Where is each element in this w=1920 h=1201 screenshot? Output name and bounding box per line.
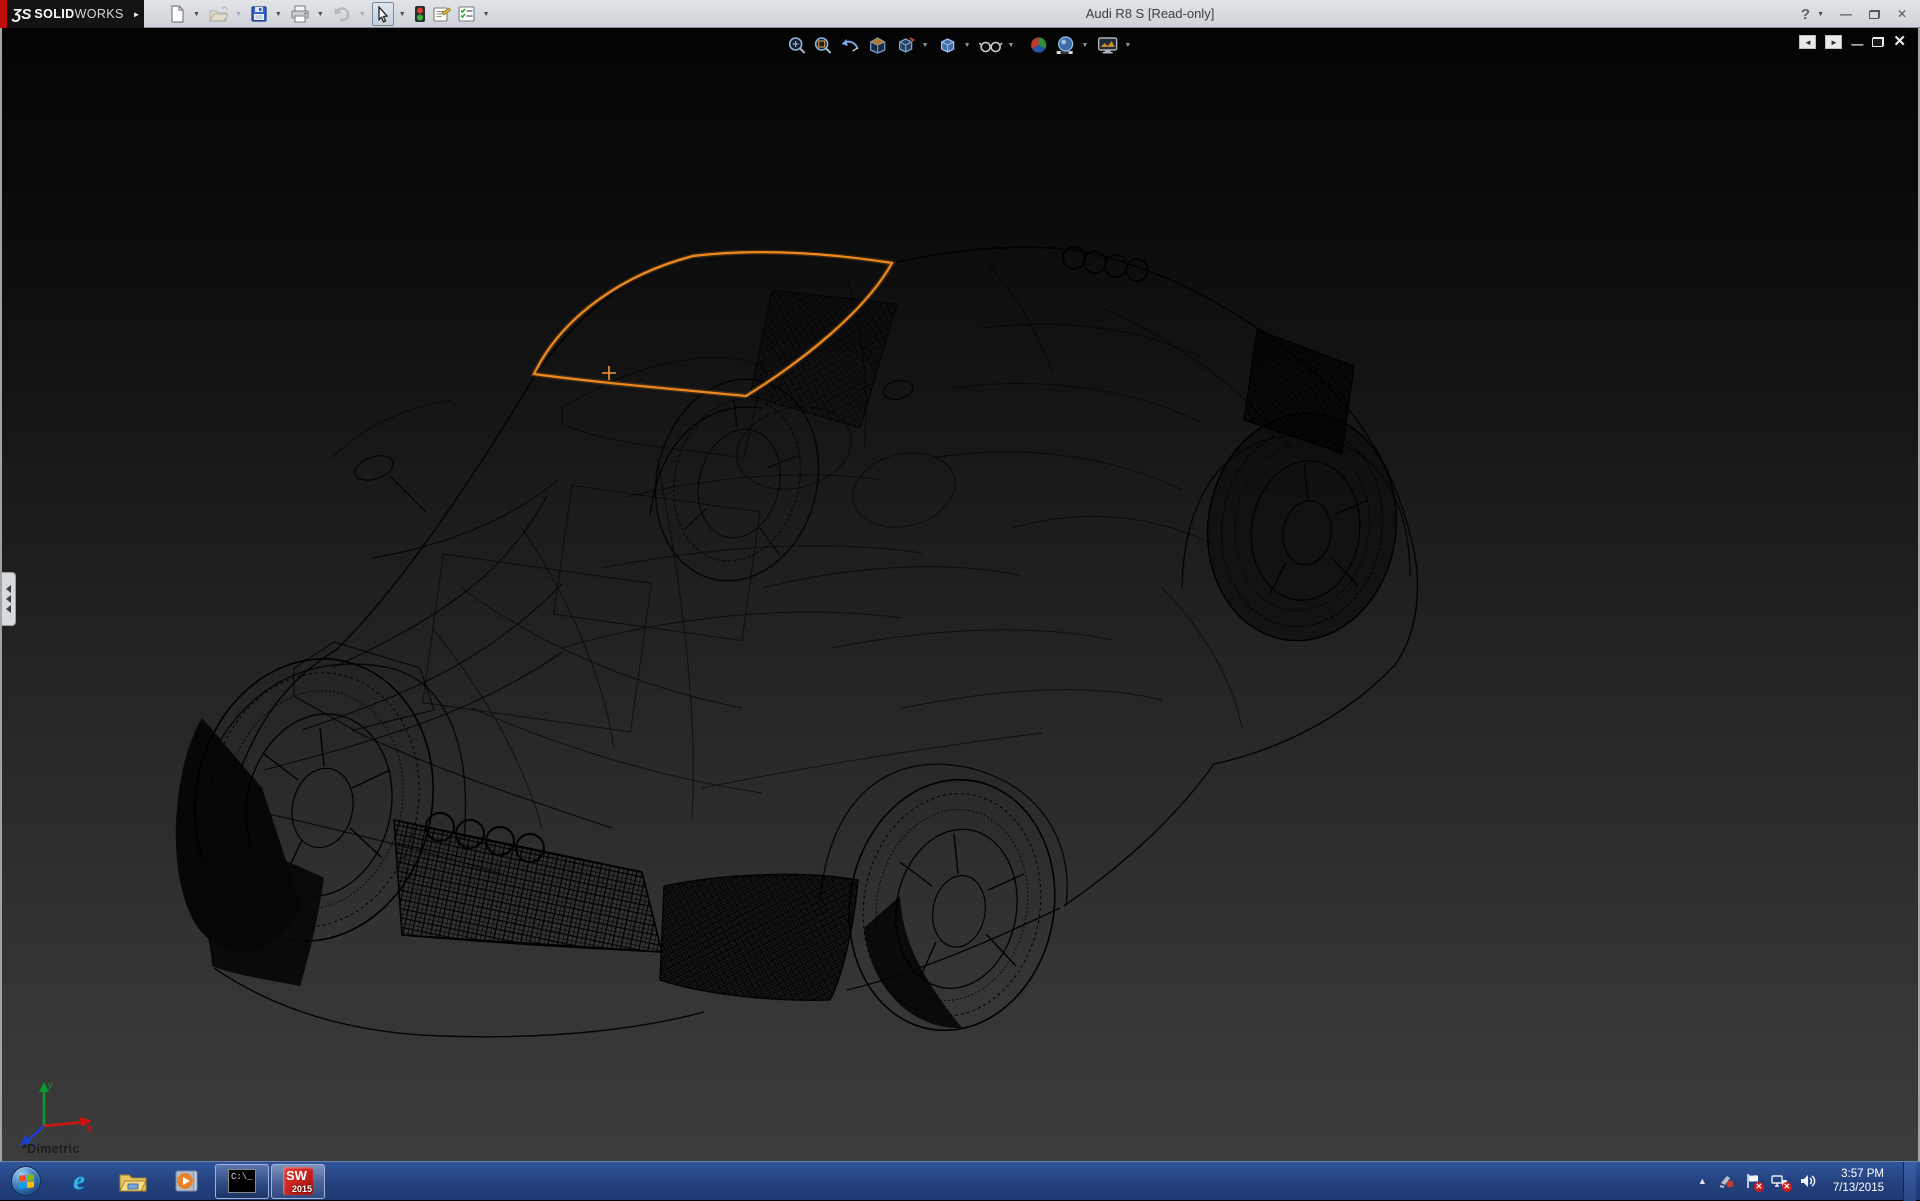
new-document-button[interactable] <box>166 2 188 26</box>
audi-rings-rear <box>1063 247 1148 281</box>
print-button[interactable] <box>288 2 312 26</box>
view-settings-icon[interactable] <box>1093 33 1122 57</box>
internet-explorer-icon: e <box>73 1166 85 1196</box>
titlebar: ƷS SOLIDWORKS ► ▼ ▼ ▼ ▼ ▼ ▼ ▼ Audi <box>0 0 1920 28</box>
system-tray: ▲ ✕ ✕ 3:57 PM 7/13/2015 <box>1698 1162 1920 1201</box>
view-orientation-label: *Dimetric <box>22 1142 80 1156</box>
view-settings-dropdown[interactable]: ▼ <box>1124 42 1131 49</box>
file-properties-button[interactable] <box>430 2 453 26</box>
volume-icon[interactable] <box>1799 1173 1816 1189</box>
taskbar-item-internet-explorer[interactable]: e <box>52 1162 106 1201</box>
solidworks-app-icon: SW 2015 <box>283 1167 313 1195</box>
window-title: Audi R8 S [Read-only] <box>1040 0 1260 27</box>
solidworks-logo-text: SOLIDWORKS <box>34 7 123 21</box>
pane-collapse-left-icon[interactable]: ◄ <box>1799 35 1816 49</box>
minimize-button[interactable]: — <box>1834 5 1858 23</box>
open-button[interactable] <box>206 2 230 26</box>
undo-button[interactable] <box>330 2 354 26</box>
document-close-button[interactable]: ✕ <box>1893 35 1906 49</box>
select-button[interactable] <box>372 2 394 26</box>
section-view-icon[interactable] <box>864 33 892 57</box>
triad-x-label: X <box>86 1124 93 1135</box>
clock-date: 7/13/2015 <box>1833 1181 1884 1195</box>
print-dropdown[interactable]: ▼ <box>317 11 324 18</box>
featuremanager-collapsed-tab[interactable] <box>2 572 16 626</box>
triad-y-label: y <box>48 1080 53 1090</box>
apply-scene-dropdown[interactable]: ▼ <box>1081 42 1088 49</box>
document-restore-button[interactable] <box>1872 37 1884 47</box>
side-intake <box>660 874 858 1000</box>
menu-flyout-arrow-icon[interactable]: ► <box>129 0 144 28</box>
show-desktop-button[interactable] <box>1903 1162 1916 1201</box>
wireframe-car-model[interactable] <box>2 28 1918 1161</box>
zoom-to-area-icon[interactable] <box>810 33 836 57</box>
previous-view-icon[interactable] <box>836 33 864 57</box>
close-button[interactable]: ✕ <box>1890 5 1914 23</box>
media-player-icon <box>173 1168 201 1194</box>
hide-show-items-icon[interactable] <box>976 33 1006 57</box>
hide-show-items-dropdown[interactable]: ▼ <box>1008 42 1015 49</box>
cursor-crosshair <box>602 366 616 380</box>
hidden-icons-arrow[interactable]: ▲ <box>1698 1176 1707 1186</box>
reference-triad: y X z <box>18 1078 98 1150</box>
taskbar-item-solidworks[interactable]: SW 2015 <box>271 1164 325 1199</box>
standard-toolbar: ▼ ▼ ▼ ▼ ▼ ▼ ▼ <box>166 0 496 28</box>
folder-icon <box>118 1168 148 1194</box>
save-dropdown[interactable]: ▼ <box>275 11 282 18</box>
zoom-to-fit-icon[interactable] <box>784 33 810 57</box>
brand-red-strip <box>0 0 7 28</box>
view-orientation-dropdown[interactable]: ▼ <box>922 42 929 49</box>
clock-time: 3:57 PM <box>1833 1167 1884 1181</box>
select-dropdown[interactable]: ▼ <box>399 11 406 18</box>
front-grille <box>394 820 662 952</box>
front-intake-shadow <box>200 828 324 986</box>
restore-button[interactable] <box>1862 5 1886 23</box>
display-style-dropdown[interactable]: ▼ <box>964 42 971 49</box>
document-minimize-button[interactable]: — <box>1851 37 1863 51</box>
solidworks-logo[interactable]: ƷS SOLIDWORKS <box>7 0 129 28</box>
rear-left-wheel <box>830 763 1075 1047</box>
command-prompt-icon: C:\_ <box>228 1169 256 1193</box>
start-button[interactable] <box>0 1162 52 1201</box>
solidworks-rx-tray-icon[interactable] <box>1718 1173 1734 1189</box>
help-icon[interactable]: ? <box>1801 6 1810 23</box>
pane-collapse-right-icon[interactable]: ► <box>1825 35 1842 49</box>
apply-scene-icon[interactable] <box>1051 33 1079 57</box>
edit-appearance-icon[interactable] <box>1025 33 1051 57</box>
view-orientation-icon[interactable] <box>892 33 920 57</box>
help-dropdown[interactable]: ▼ <box>1817 11 1824 18</box>
options-dropdown[interactable]: ▼ <box>483 11 490 18</box>
headsup-view-toolbar: ▼ ▼ ▼ ▼ ▼ <box>784 33 1137 57</box>
window-controls: ? ▼ — ✕ <box>1801 0 1914 28</box>
solidworks-logo-glyph: ƷS <box>12 6 31 23</box>
save-button[interactable] <box>248 2 270 26</box>
taskbar-item-windows-explorer[interactable] <box>106 1162 160 1201</box>
options-button[interactable] <box>455 2 478 26</box>
rebuild-button[interactable] <box>412 2 428 26</box>
taskbar-item-command-prompt[interactable]: C:\_ <box>215 1164 269 1199</box>
display-style-icon[interactable] <box>934 33 962 57</box>
taskbar-item-media-player[interactable] <box>160 1162 214 1201</box>
taskbar-clock[interactable]: 3:57 PM 7/13/2015 <box>1827 1167 1890 1195</box>
network-icon[interactable]: ✕ <box>1771 1174 1788 1189</box>
taskbar: e C:\_ SW 2015 ▲ ✕ ✕ 3:57 PM 7/13/2 <box>0 1161 1920 1200</box>
open-dropdown[interactable]: ▼ <box>235 11 242 18</box>
graphics-viewport[interactable]: ▼ ▼ ▼ ▼ ▼ ◄ ► — ✕ y <box>0 28 1920 1161</box>
action-center-flag-icon[interactable]: ✕ <box>1745 1173 1760 1189</box>
windows-orb-icon <box>11 1166 41 1196</box>
document-window-controls: ◄ ► — ✕ <box>1799 35 1906 49</box>
undo-dropdown[interactable]: ▼ <box>359 11 366 18</box>
new-dropdown[interactable]: ▼ <box>193 11 200 18</box>
